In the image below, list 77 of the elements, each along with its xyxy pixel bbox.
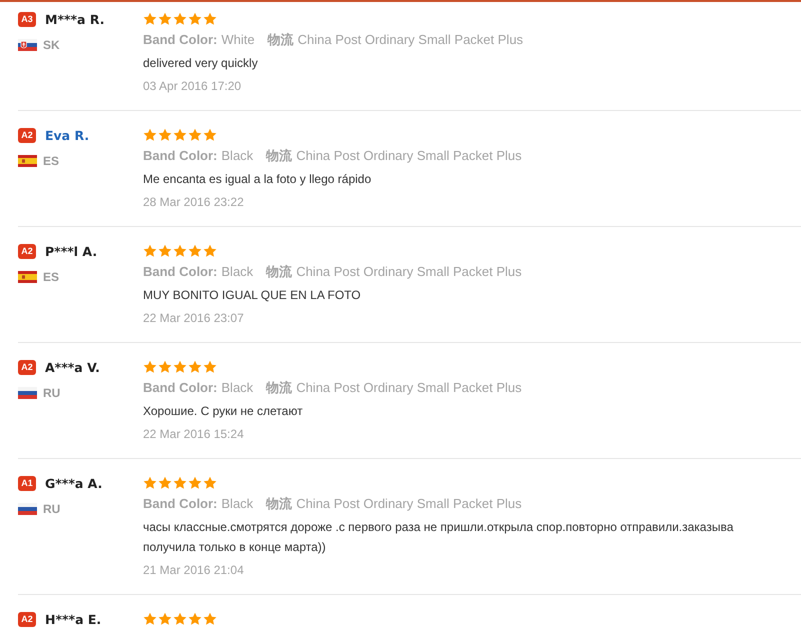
review-text: Хорошие. С руки не слетают [143,403,304,420]
star-icon [188,476,202,490]
country-code: ES [43,270,60,284]
star-icon [188,12,202,26]
attribute-value: China Post Ordinary Small Packet Plus [296,495,522,514]
reviewer-name[interactable]: Eva R. [45,128,90,143]
star-icon [158,360,172,374]
rank-badge: A3 [18,12,36,27]
reviewer-name: M***a R. [45,12,104,27]
country-code: RU [43,502,60,516]
attribute-value: Black [221,379,254,398]
rank-badge: A2 [18,612,36,627]
rank-badge: A2 [18,360,36,375]
attribute-label: Band Color: [143,379,218,398]
attribute-label: 物流 [266,147,292,166]
star-icon [173,244,187,258]
star-icon [158,612,172,626]
star-icon [173,12,187,26]
star-icon [203,244,217,258]
reviewer-name: H***a E. [45,612,102,627]
star-icon [203,360,217,374]
review-text: delivered very quickly [143,55,259,72]
star-icon [203,476,217,490]
country-code: RU [43,386,60,400]
rank-badge: A2 [18,128,36,143]
star-icon [203,128,217,142]
star-icon [188,612,202,626]
star-icon [173,128,187,142]
star-icon [143,360,157,374]
attribute-value: China Post Ordinary Small Packet Plus [296,147,522,166]
attribute-value: Black [221,147,254,166]
rank-badge: A2 [18,244,36,259]
review-date: 03 Apr 2016 17:20 [143,78,242,95]
attribute-label: Band Color: [143,495,218,514]
review-date: 22 Mar 2016 15:24 [143,426,244,443]
star-icon [143,244,157,258]
star-icon [158,128,172,142]
reviewer-name: P***l A. [45,244,98,259]
attribute-value: Black [221,495,254,514]
review-date: 22 Mar 2016 23:07 [143,310,244,327]
star-icon [173,476,187,490]
attribute-value: White [221,31,255,50]
attribute-label: 物流 [266,379,292,398]
review-date: 28 Mar 2016 23:22 [143,194,244,211]
star-icon [173,360,187,374]
rank-badge: A1 [18,476,36,491]
star-icon [158,12,172,26]
star-icon [188,360,202,374]
reviewer-name: G***a A. [45,476,102,491]
country-code: ES [43,154,60,168]
attribute-label: Band Color: [143,31,218,50]
star-icon [143,128,157,142]
star-icon [173,612,187,626]
attribute-value: China Post Ordinary Small Packet Plus [296,263,522,282]
attribute-label: Band Color: [143,147,218,166]
star-icon [143,12,157,26]
star-icon [143,476,157,490]
reviewer-name: A***a V. [45,360,100,375]
review-date: 21 Mar 2016 21:04 [143,562,244,579]
star-icon [158,476,172,490]
star-icon [143,612,157,626]
attribute-label: Band Color: [143,263,218,282]
star-icon [203,612,217,626]
attribute-value: Black [221,263,254,282]
star-icon [188,128,202,142]
attribute-value: China Post Ordinary Small Packet Plus [296,379,522,398]
attribute-label: 物流 [266,263,292,282]
star-icon [158,244,172,258]
star-icon [188,244,202,258]
star-icon [203,12,217,26]
review-text: Me encanta es igual a la foto y llego rápido [143,171,372,188]
attribute-label: 物流 [266,495,292,514]
review-text: MUY BONITO IGUAL QUE EN LA FOTO [143,287,362,304]
country-code: SK [43,38,60,52]
review-text: часы классные.смотрятся дороже .с первого раза не пришли.открыла спор.повторно отправили.заказыва получила только в конце марта)) [143,519,734,556]
attribute-value: China Post Ordinary Small Packet Plus [298,31,524,50]
attribute-label: 物流 [268,31,294,50]
